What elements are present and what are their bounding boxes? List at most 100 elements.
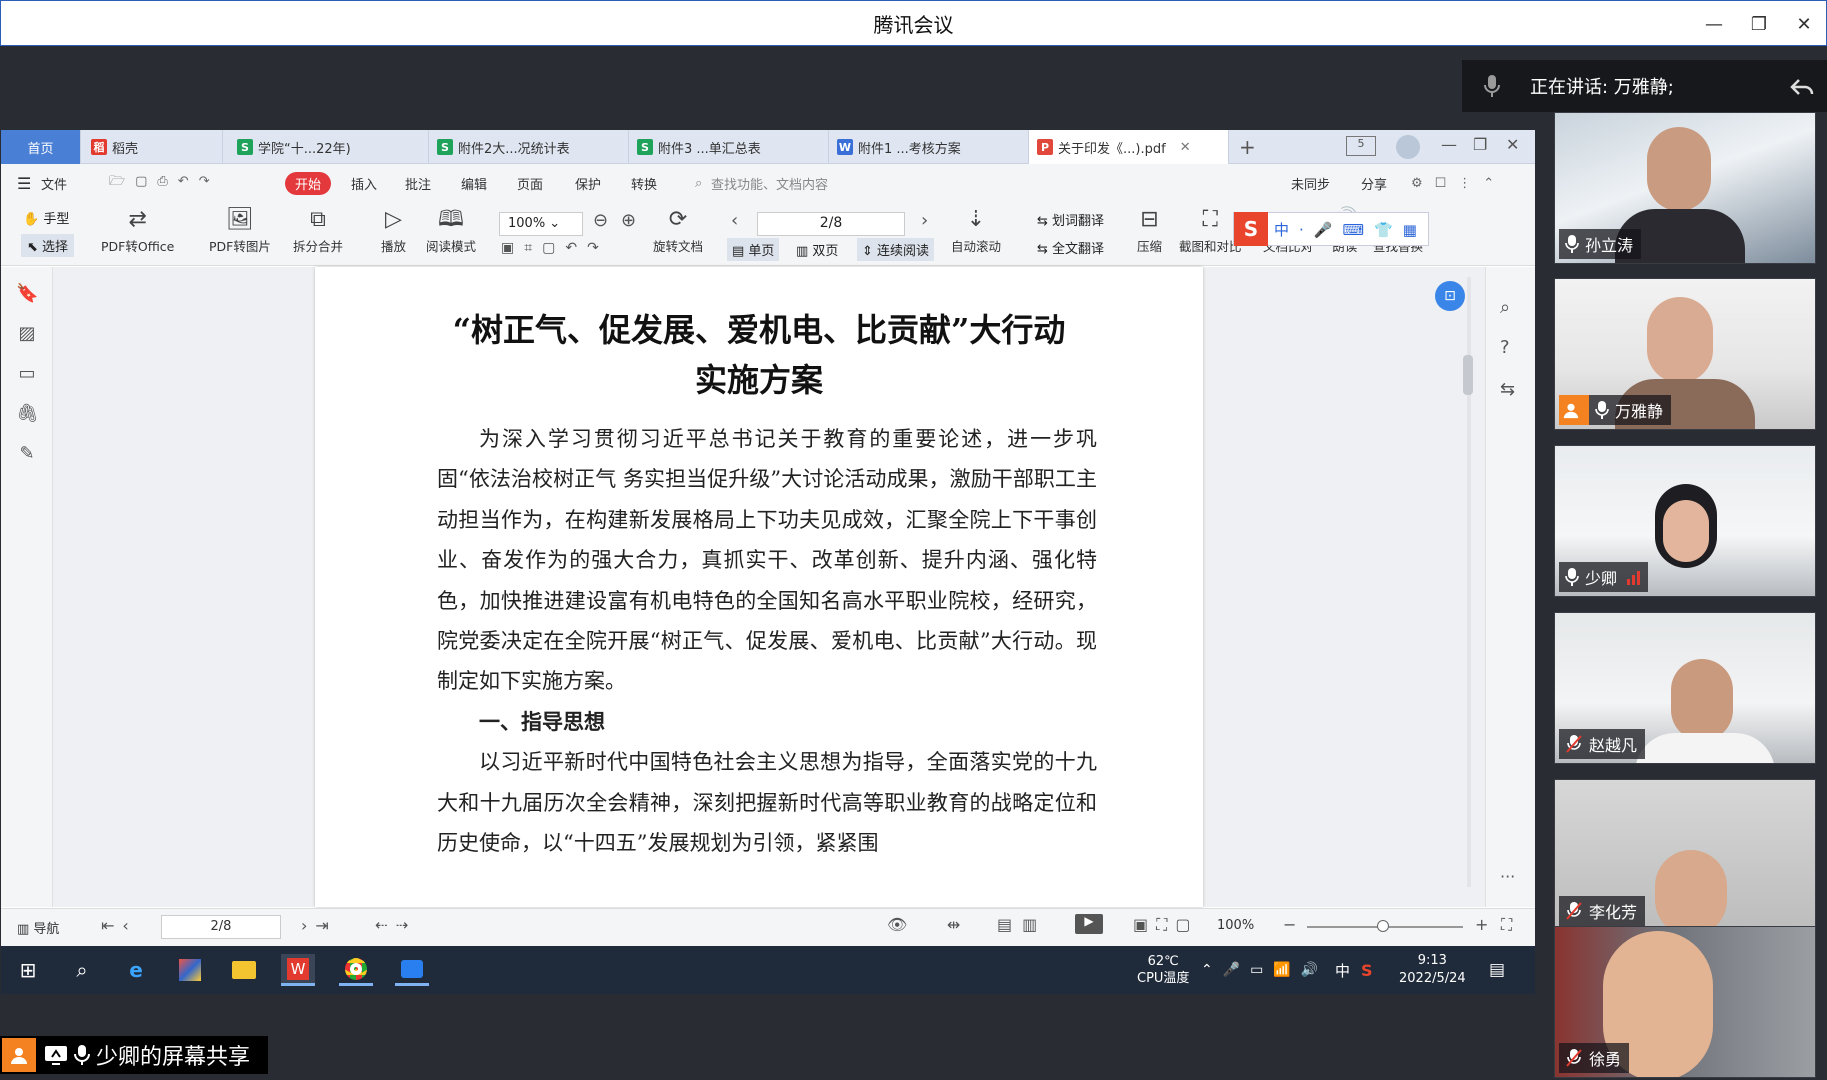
floating-tool-icon[interactable]: ⊡ [1435,281,1465,311]
close-icon[interactable]: ✕ [1781,1,1827,47]
fit-icons[interactable]: ▣⛶▢ [1133,915,1198,935]
play-button[interactable]: ▷ 播放 [381,206,406,255]
cpu-temperature[interactable]: 62℃ CPU温度 [1137,946,1189,994]
tab-close-icon[interactable]: ✕ [1180,140,1191,155]
page-layout-icons[interactable]: ▤▥ [997,915,1047,934]
restore-icon[interactable]: ❐ [1736,1,1782,47]
comment-icon[interactable]: ▭ [16,363,38,385]
restore-icon[interactable]: ❐ [1473,135,1487,154]
translate-icon[interactable]: ⇆ [1500,379,1515,400]
rotate-button[interactable]: ⟳ 旋转文档 [653,206,703,255]
participant-tile[interactable]: 李化芳 [1554,779,1816,931]
double-page-button[interactable]: ▥ 双页 [791,238,843,261]
status-page-input[interactable]: 2/8 [161,915,281,939]
menu-page[interactable]: 页面 [517,174,543,193]
next-last-page-icons[interactable]: ›⇥ [301,916,337,935]
menu-protect[interactable]: 保护 [575,174,601,193]
fit-width-icon[interactable]: ⇹ [947,915,960,934]
tray-icons[interactable]: ⌃🎤▭📶🔊 [1201,946,1328,994]
status-zoom[interactable]: 100% [1217,918,1254,933]
notification-icon[interactable]: ▤ [1489,946,1505,994]
nav-toggle[interactable]: ▥ 导航 [17,918,59,937]
wps-office-icon[interactable]: W [281,954,315,986]
zoom-slider-thumb[interactable] [1377,920,1389,932]
tab-home[interactable]: 首页 [1,130,81,164]
split-merge-button[interactable]: ⧉ 拆分合并 [293,206,343,255]
tab-doc[interactable]: W 附件1 ...考核方案 [829,130,1029,164]
more-icon[interactable]: ··· [1500,867,1515,886]
chrome-browser-icon[interactable] [339,954,373,986]
tab-sheet-1[interactable]: S 学院“十...22年) [229,130,429,164]
collapse-arrow-icon[interactable] [1789,74,1815,100]
zoom-in-icon[interactable]: ⊕ [621,210,636,231]
single-page-button[interactable]: ▤ 单页 [727,238,780,261]
bookmark-icon[interactable]: 🔖 [16,283,38,305]
eye-protect-icon[interactable]: 👁 [887,915,907,934]
menu-convert[interactable]: 转换 [631,174,657,193]
first-prev-page-icons[interactable]: ⇤‹ [101,916,137,935]
minimize-icon[interactable]: — [1691,1,1737,47]
fullscreen-icon[interactable]: ⛶ [1501,915,1512,935]
scrollbar-thumb[interactable] [1463,355,1473,395]
pdf-to-office-button[interactable]: ⇄ PDF转Office [101,206,174,255]
sync-status[interactable]: 未同步 [1291,174,1330,193]
participant-tile[interactable]: 赵越凡 [1554,612,1816,764]
minimize-icon[interactable]: — [1441,135,1457,154]
compress-button[interactable]: ⊟ 压缩 [1137,206,1162,255]
history-icons[interactable]: ⇠⇢ [375,916,416,934]
menu-icon[interactable]: ☰ [17,174,31,193]
zoom-in-icon[interactable]: + [1475,915,1488,934]
sign-icon[interactable]: ✎ [16,443,38,465]
tab-sheet-2[interactable]: S 附件2大...况统计表 [429,130,629,164]
full-translate-button[interactable]: ⇆ 全文翻译 [1037,238,1104,257]
hand-tool[interactable]: ✋ 手型 [23,208,69,227]
ie-browser-icon[interactable]: e [119,954,153,986]
zoom-out-icon[interactable]: ⊖ [593,210,608,231]
ime-indicator[interactable]: 中 [1335,946,1350,994]
page-input[interactable]: 2/8 [757,212,905,236]
help-icon[interactable]: ? [1500,337,1510,358]
participant-tile[interactable]: 少卿 [1554,445,1816,597]
tab-pdf-active[interactable]: P 关于印发《...).pdf ✕ [1029,130,1229,164]
sogou-tray-icon[interactable]: S [1361,946,1373,994]
menu-annotate[interactable]: 批注 [405,174,431,193]
search-icon[interactable]: ⌕ [65,954,99,986]
tab-sheet-3[interactable]: S 附件3 ...单汇总表 [629,130,829,164]
prev-page-icon[interactable]: ‹ [731,210,738,231]
play-mode-icon[interactable]: ▶ [1075,914,1103,934]
participant-tile[interactable]: 万雅静 [1554,278,1816,430]
close-icon[interactable]: ✕ [1506,135,1519,154]
participant-tile[interactable]: 孙立涛 [1554,112,1816,264]
menu-file[interactable]: 文件 [41,174,67,193]
avatar[interactable] [1396,135,1420,159]
new-tab-icon[interactable]: + [1231,130,1265,164]
pdf-to-image-button[interactable]: 🖼 PDF转图片 [209,206,271,255]
auto-scroll-button[interactable]: ⇣ 自动滚动 [951,206,1001,255]
thumbnail-icon[interactable]: ▨ [16,323,38,345]
view-tool-icons[interactable]: ▣⌗▢↶↷ [501,240,609,256]
continuous-read-button[interactable]: ⇕ 连续阅读 [857,238,935,261]
app-icon[interactable] [173,954,207,986]
search-function-input[interactable]: 查找功能、文档内容 [711,174,828,193]
zoom-out-icon[interactable]: − [1283,915,1296,934]
share-button[interactable]: 分享 [1361,174,1387,193]
select-tool[interactable]: ⬉ 选择 [21,234,75,257]
next-page-icon[interactable]: › [921,210,928,231]
menu-start[interactable]: 开始 [285,171,332,195]
ime-toolbar[interactable]: S 中·🎤⌨👕▦ [1233,212,1429,246]
settings-icons[interactable]: ⚙☐⋮⌃ [1411,176,1506,191]
windows-start-icon[interactable]: ⊞ [11,954,45,986]
menu-insert[interactable]: 插入 [351,174,377,193]
attachment-icon[interactable]: 🖇 [16,403,39,425]
workspace-icon[interactable]: 5 [1346,136,1376,156]
quick-access-icons[interactable]: 🗁▢⎙↶↷ [109,172,220,194]
search-doc-icon[interactable]: ⌕ [1500,297,1510,318]
file-explorer-icon[interactable] [227,954,261,986]
tab-daoke[interactable]: 稻稻壳 [83,130,223,164]
tencent-meeting-icon[interactable] [395,954,429,986]
menu-edit[interactable]: 编辑 [461,174,487,193]
zoom-select[interactable]: 100% ⌄ [499,212,583,236]
read-mode-button[interactable]: 🕮 阅读模式 [426,206,476,255]
word-translate-button[interactable]: ⇆ 划词翻译 [1037,210,1104,229]
clock[interactable]: 9:13 2022/5/24 [1399,946,1466,994]
